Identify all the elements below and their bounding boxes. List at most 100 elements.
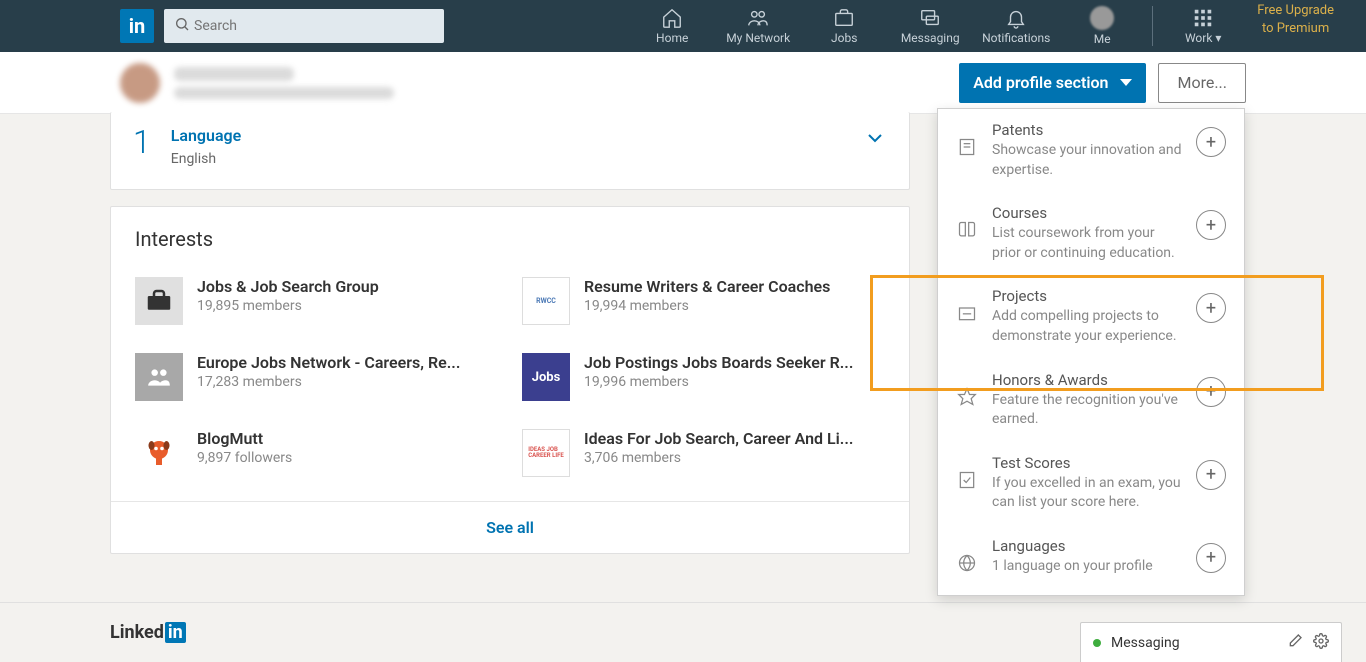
nav-home[interactable]: Home: [632, 2, 712, 50]
language-value: English: [171, 151, 242, 167]
main-column: 1 Language English Interests Jobs & Job …: [110, 114, 910, 570]
linkedin-logo[interactable]: in: [120, 9, 154, 43]
add-button[interactable]: +: [1196, 210, 1226, 240]
nav-separator: [1152, 6, 1153, 46]
online-status-icon: [1093, 639, 1101, 647]
profile-identity: [120, 63, 394, 103]
group-thumb: IDEAS JOBCAREER LIFE: [522, 429, 570, 477]
interest-item[interactable]: Jobs Job Postings Jobs Boards Seeker R..…: [522, 339, 885, 415]
search-input[interactable]: [164, 9, 444, 43]
interest-meta: 9,897 followers: [197, 450, 292, 466]
briefcase-icon: [135, 277, 183, 325]
globe-icon: [956, 553, 978, 573]
profile-headline-redacted: [174, 87, 394, 99]
nav-label: Notifications: [982, 31, 1050, 45]
language-card[interactable]: 1 Language English: [110, 112, 910, 190]
dd-text: Test Scores If you excelled in an exam, …: [992, 454, 1182, 513]
interest-meta: 17,283 members: [197, 374, 460, 390]
dd-item-honors[interactable]: Honors & Awards Feature the recognition …: [938, 359, 1244, 442]
add-button[interactable]: +: [1196, 543, 1226, 573]
see-all-link[interactable]: See all: [111, 501, 909, 553]
gear-icon[interactable]: [1313, 633, 1329, 653]
chevron-down-icon[interactable]: [863, 126, 887, 154]
in-icon: in: [165, 622, 186, 643]
interests-card: Interests Jobs & Job Search Group 19,895…: [110, 206, 910, 554]
interest-item[interactable]: IDEAS JOBCAREER LIFE Ideas For Job Searc…: [522, 415, 885, 491]
interest-meta: 19,996 members: [584, 374, 853, 390]
upgrade-line1: Free Upgrade: [1257, 2, 1334, 20]
search-icon: [174, 16, 190, 36]
dd-title: Honors & Awards: [992, 371, 1182, 389]
dropdown-scroll[interactable]: Patents Showcase your innovation and exp…: [938, 109, 1244, 595]
dd-desc: Feature the recognition you've earned.: [992, 391, 1182, 430]
interest-item[interactable]: BlogMutt 9,897 followers: [135, 415, 498, 491]
patent-icon: [956, 137, 978, 157]
company-thumb: [135, 429, 183, 477]
dd-text: Courses List coursework from your prior …: [992, 204, 1182, 263]
compose-icon[interactable]: [1287, 633, 1303, 653]
dd-desc: Add compelling projects to demonstrate y…: [992, 307, 1182, 346]
nav-label: Me: [1094, 32, 1111, 46]
avatar-icon: [1090, 6, 1114, 30]
nav-network[interactable]: My Network: [718, 2, 798, 50]
profile-subbar: Add profile section More...: [0, 52, 1366, 114]
nav-label: Jobs: [831, 31, 857, 45]
nav-label: Home: [656, 31, 688, 45]
group-thumb: Jobs: [522, 353, 570, 401]
nav-jobs[interactable]: Jobs: [804, 2, 884, 50]
star-icon: [956, 387, 978, 407]
nav-me[interactable]: Me: [1062, 2, 1142, 50]
dd-text: Projects Add compelling projects to demo…: [992, 287, 1182, 346]
add-profile-section-button[interactable]: Add profile section: [959, 63, 1146, 103]
interest-item[interactable]: Europe Jobs Network - Careers, Re... 17,…: [135, 339, 498, 415]
footer-logo[interactable]: Linkedin: [110, 622, 186, 643]
upgrade-link[interactable]: Free Upgrade to Premium: [1249, 2, 1342, 50]
dd-text: Honors & Awards Feature the recognition …: [992, 371, 1182, 430]
people-icon: [135, 353, 183, 401]
interest-name: Resume Writers & Career Coaches: [584, 277, 830, 296]
dd-title: Projects: [992, 287, 1182, 305]
dd-item-courses[interactable]: Courses List coursework from your prior …: [938, 192, 1244, 275]
profile-name-redacted: [174, 67, 294, 81]
dd-title: Patents: [992, 121, 1182, 139]
nav-work[interactable]: Work ▾: [1163, 2, 1243, 50]
add-button[interactable]: +: [1196, 293, 1226, 323]
interest-meta: 3,706 members: [584, 450, 853, 466]
button-label: Add profile section: [973, 73, 1108, 92]
top-nav: in Home My Network Jobs Messaging Notifi…: [0, 0, 1366, 52]
nav-label: Messaging: [901, 31, 960, 45]
add-button[interactable]: +: [1196, 460, 1226, 490]
messaging-bar[interactable]: Messaging: [1080, 622, 1342, 662]
language-count: 1: [133, 126, 151, 158]
dd-item-scores[interactable]: Test Scores If you excelled in an exam, …: [938, 442, 1244, 525]
search-wrap: [164, 9, 444, 43]
add-button[interactable]: +: [1196, 377, 1226, 407]
dd-item-patents[interactable]: Patents Showcase your innovation and exp…: [938, 109, 1244, 192]
more-button[interactable]: More...: [1158, 63, 1246, 103]
interest-name: Ideas For Job Search, Career And Li...: [584, 429, 853, 448]
dd-desc: Showcase your innovation and expertise.: [992, 141, 1182, 180]
nav-items: Home My Network Jobs Messaging Notificat…: [632, 2, 1342, 50]
interest-item[interactable]: RWCC Resume Writers & Career Coaches 19,…: [522, 263, 885, 339]
checklist-icon: [956, 470, 978, 490]
upgrade-line2: to Premium: [1257, 20, 1334, 38]
group-thumb: RWCC: [522, 277, 570, 325]
interest-meta: 19,895 members: [197, 298, 379, 314]
language-title: Language: [171, 126, 242, 145]
folder-icon: [956, 303, 978, 323]
book-icon: [956, 220, 978, 240]
dd-title: Test Scores: [992, 454, 1182, 472]
interest-name: Europe Jobs Network - Careers, Re...: [197, 353, 460, 372]
nav-messaging[interactable]: Messaging: [890, 2, 970, 50]
interest-item[interactable]: Jobs & Job Search Group 19,895 members: [135, 263, 498, 339]
dd-desc: List coursework from your prior or conti…: [992, 224, 1182, 263]
dd-item-projects[interactable]: Projects Add compelling projects to demo…: [938, 275, 1244, 358]
add-button[interactable]: +: [1196, 127, 1226, 157]
interests-heading: Interests: [111, 207, 909, 263]
dd-text: Languages 1 language on your profile: [992, 537, 1182, 577]
dd-desc: 1 language on your profile: [992, 557, 1182, 577]
dd-item-languages[interactable]: Languages 1 language on your profile +: [938, 525, 1244, 589]
footer-brand: Linked: [110, 622, 164, 643]
dd-title: Courses: [992, 204, 1182, 222]
nav-notifications[interactable]: Notifications: [976, 2, 1056, 50]
